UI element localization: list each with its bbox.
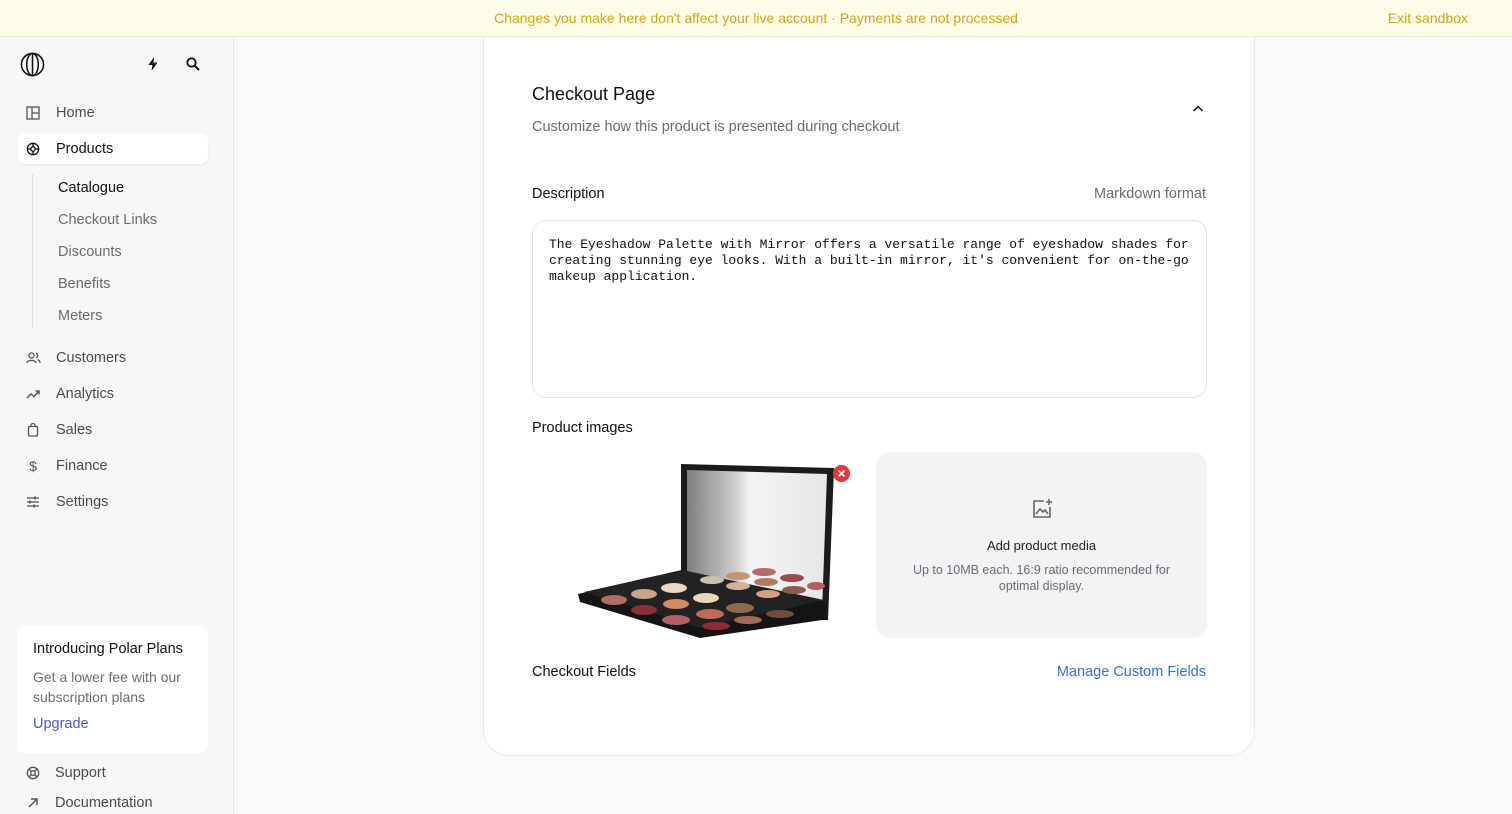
nav-documentation[interactable]: Documentation [17, 791, 208, 814]
search-icon[interactable] [185, 56, 201, 72]
subnav-rail [32, 174, 33, 329]
promo-title: Introducing Polar Plans [33, 641, 183, 657]
upgrade-link[interactable]: Upgrade [33, 716, 89, 732]
finance-icon: $ [29, 457, 37, 474]
nav-support[interactable]: Support [17, 761, 208, 785]
checkout-page-card: Checkout Page Customize how this product… [483, 37, 1255, 756]
sales-icon [25, 422, 41, 438]
markdown-hint: Markdown format [1093, 186, 1206, 202]
close-icon [837, 469, 846, 478]
support-icon [25, 765, 41, 781]
add-image-icon [1033, 499, 1052, 518]
description-label: Description [532, 186, 605, 202]
nav-finance-label: Finance [56, 457, 108, 474]
section-title: Checkout Page [532, 84, 656, 104]
checkout-fields-label: Checkout Fields [532, 664, 636, 680]
product-images-label: Product images [532, 420, 633, 436]
dropzone-text: Up to 10MB each. 16:9 ratio recommended … [912, 563, 1171, 593]
dropzone-title: Add product media [986, 538, 1097, 553]
nav-analytics[interactable]: Analytics [17, 378, 208, 409]
exit-sandbox-button[interactable]: Exit sandbox [1388, 10, 1468, 26]
nav-home[interactable]: Home [17, 97, 208, 128]
remove-image-button[interactable] [833, 465, 850, 482]
product-image-thumbnail[interactable] [532, 452, 854, 638]
nav-support-label: Support [55, 765, 106, 781]
nav-finance[interactable]: $ Finance [17, 450, 208, 481]
manage-custom-fields-link[interactable]: Manage Custom Fields [1057, 664, 1206, 680]
polar-logo[interactable] [20, 52, 45, 77]
sidebar: Home Products Catalogue Checkout Links D… [0, 37, 234, 814]
sandbox-message: Changes you make here don't affect your … [494, 10, 1018, 26]
nav-analytics-label: Analytics [56, 385, 115, 402]
subnav-meters[interactable]: Meters [58, 308, 102, 324]
nav-sales[interactable]: Sales [17, 414, 208, 445]
chevron-up-icon[interactable] [1190, 101, 1206, 117]
promo-text: Get a lower fee with our subscription pl… [33, 669, 181, 705]
settings-icon [25, 494, 41, 510]
nav-settings[interactable]: Settings [17, 486, 208, 517]
subnav-benefits[interactable]: Benefits [58, 276, 110, 292]
nav-products[interactable]: Products [17, 133, 208, 164]
products-icon [25, 141, 41, 157]
nav-customers[interactable]: Customers [17, 342, 208, 373]
lightning-icon[interactable] [145, 56, 161, 72]
add-media-dropzone[interactable]: Add product media Up to 10MB each. 16:9 … [876, 452, 1207, 638]
subnav-discounts[interactable]: Discounts [58, 244, 122, 260]
section-subtitle: Customize how this product is presented … [532, 119, 900, 135]
promo-card: Introducing Polar Plans Get a lower fee … [17, 625, 208, 753]
home-icon [25, 105, 41, 121]
subnav-checkout-links[interactable]: Checkout Links [58, 212, 157, 228]
nav-home-label: Home [56, 104, 95, 121]
nav-settings-label: Settings [56, 493, 109, 510]
sandbox-banner: Changes you make here don't affect your … [0, 0, 1512, 37]
nav-sales-label: Sales [56, 421, 93, 438]
subnav-catalogue[interactable]: Catalogue [58, 180, 124, 196]
external-link-icon [25, 795, 41, 811]
analytics-icon [25, 386, 41, 402]
nav-products-label: Products [56, 140, 114, 157]
customers-icon [25, 350, 41, 366]
nav-documentation-label: Documentation [55, 795, 153, 811]
nav-customers-label: Customers [56, 349, 127, 366]
description-textarea[interactable]: The Eyeshadow Palette with Mirror offers… [532, 220, 1207, 398]
